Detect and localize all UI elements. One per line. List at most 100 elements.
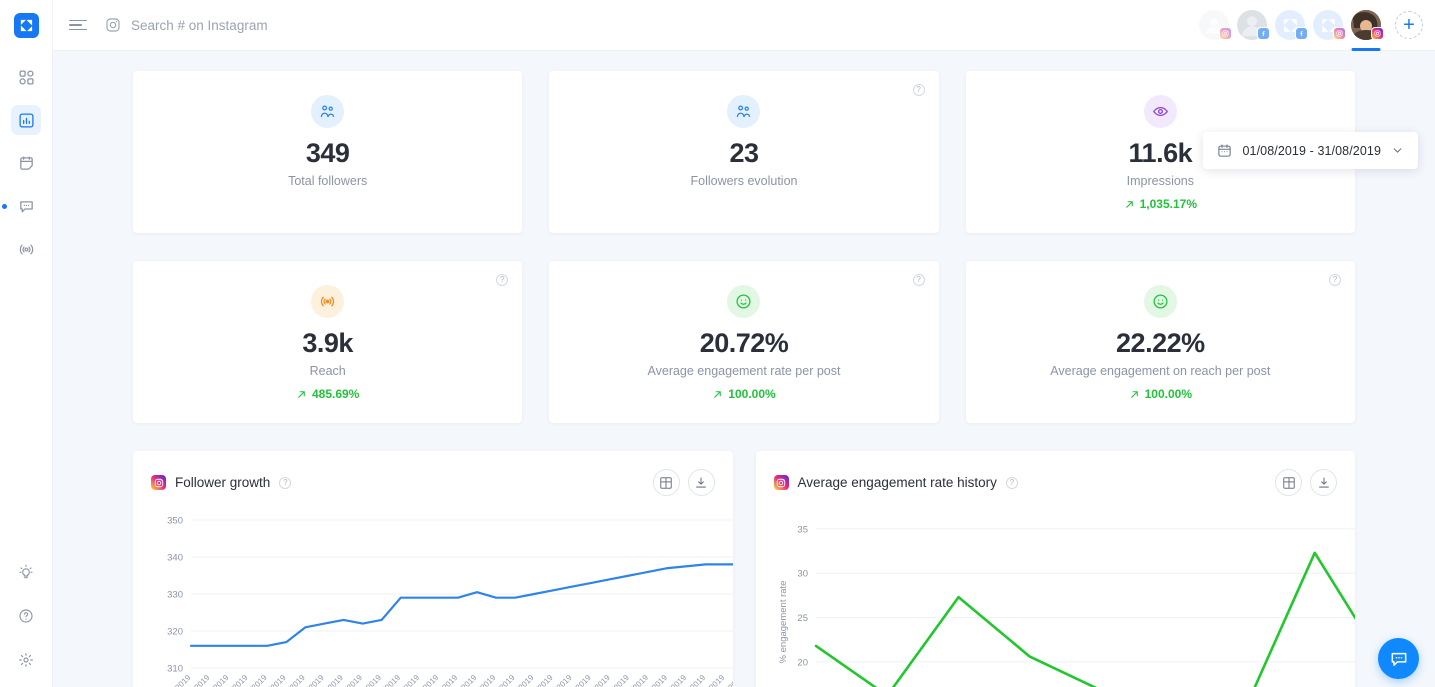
kpi-card-followers-evolution: ? 23 Followers evolution bbox=[549, 71, 939, 234]
sidebar-item-listening[interactable] bbox=[11, 234, 41, 264]
help-icon[interactable]: ? bbox=[496, 274, 509, 287]
trend-up-icon bbox=[298, 390, 305, 398]
broadcast-icon bbox=[311, 285, 345, 319]
chart-card-follower-growth: Follower growth ? 310 320 330 340 350 bbox=[133, 451, 733, 687]
settings-gear-icon bbox=[19, 653, 33, 667]
smiley-icon bbox=[1143, 285, 1177, 319]
help-icon[interactable]: ? bbox=[1005, 476, 1018, 489]
chart-actions bbox=[1275, 469, 1337, 497]
calendar-icon bbox=[1218, 144, 1232, 157]
instagram-icon bbox=[106, 18, 120, 32]
broadcast-icon bbox=[19, 244, 33, 254]
kpi-label: Reach bbox=[309, 364, 346, 379]
account-avatar-1[interactable] bbox=[1197, 8, 1232, 42]
download-button[interactable] bbox=[687, 469, 715, 497]
chart-card-engagement-history: Average engagement rate history ? 20 25 … bbox=[755, 451, 1355, 687]
analytics-content: 01/08/2019 - 31/08/2019 349 Total follow… bbox=[53, 51, 1435, 687]
account-avatar-3[interactable] bbox=[1273, 8, 1308, 42]
download-icon bbox=[1318, 477, 1329, 488]
svg-text:20: 20 bbox=[797, 658, 808, 669]
chevron-down-icon[interactable] bbox=[1391, 144, 1404, 157]
kpi-delta-value: 100.00% bbox=[728, 387, 776, 402]
kpi-value: 11.6k bbox=[1128, 138, 1193, 168]
kpi-value: 22.22% bbox=[1116, 328, 1205, 359]
instagram-badge-icon bbox=[1333, 27, 1346, 40]
lightbulb-icon bbox=[19, 564, 33, 579]
engagement-history-plot: 1520253035% engagement rate bbox=[774, 510, 1355, 687]
chart-header: Average engagement rate history ? bbox=[773, 469, 1337, 497]
account-switcher: + bbox=[1197, 8, 1423, 51]
calendar-icon bbox=[19, 155, 33, 170]
sidebar-bottom-nav bbox=[11, 557, 41, 675]
kpi-delta: 100.00% bbox=[1129, 387, 1192, 401]
kpi-label: Average engagement rate per post bbox=[647, 364, 841, 379]
chat-bubble-icon bbox=[19, 200, 33, 212]
table-view-icon bbox=[660, 476, 672, 489]
main-area: + 01/08/2019 - 31/08/2019 bbox=[53, 0, 1435, 687]
kpi-card-avg-engagement-reach: ? 22.22% Average engagement on reach per… bbox=[965, 261, 1355, 424]
kpi-delta: 100.00% bbox=[712, 387, 776, 402]
analytics-bar-icon bbox=[18, 112, 34, 128]
app-logo[interactable] bbox=[13, 13, 39, 38]
eye-icon bbox=[1143, 95, 1177, 128]
kpi-label: Followers evolution bbox=[690, 174, 798, 189]
table-view-button[interactable] bbox=[652, 469, 680, 497]
help-circle-icon bbox=[19, 609, 33, 623]
kpi-delta-value: 485.69% bbox=[311, 387, 360, 402]
kpi-row-1: 349 Total followers ? 23 Followers evolu… bbox=[133, 71, 1355, 234]
account-avatar-5-active[interactable] bbox=[1349, 8, 1384, 51]
instagram-badge-icon bbox=[1371, 27, 1384, 40]
sidebar-item-inbox[interactable] bbox=[2, 191, 41, 221]
kpi-row-2: ? 3.9k Reach 485.69% ? 20.72% Average en… bbox=[133, 261, 1355, 424]
svg-text:310: 310 bbox=[167, 664, 183, 675]
notification-dot bbox=[2, 204, 7, 209]
sidebar-item-dashboard[interactable] bbox=[11, 62, 41, 92]
chat-bubble-icon bbox=[1391, 652, 1406, 666]
add-account-button[interactable]: + bbox=[1395, 11, 1423, 39]
dashboard-grid-icon bbox=[18, 69, 34, 85]
svg-text:330: 330 bbox=[167, 590, 183, 601]
sidebar-item-settings[interactable] bbox=[11, 645, 41, 675]
engagement-history-svg: 1520253035% engagement rate bbox=[778, 524, 1355, 687]
sidebar-item-ideas[interactable] bbox=[11, 557, 41, 587]
table-view-button[interactable] bbox=[1275, 469, 1302, 497]
help-icon[interactable]: ? bbox=[1328, 274, 1341, 287]
instagram-icon bbox=[151, 475, 166, 491]
menu-toggle-icon[interactable] bbox=[69, 19, 87, 31]
svg-text:30: 30 bbox=[797, 569, 808, 580]
sidebar-item-help[interactable] bbox=[11, 601, 41, 631]
active-account-indicator bbox=[1351, 48, 1381, 51]
sidebar-item-analytics[interactable] bbox=[11, 105, 41, 135]
follower-growth-plot: 31032033034035001/08/201902/08/201903/08… bbox=[151, 510, 733, 687]
table-view-icon bbox=[1282, 476, 1295, 489]
kpi-value: 20.72% bbox=[699, 328, 789, 359]
date-range-text: 01/08/2019 - 31/08/2019 bbox=[1242, 143, 1381, 158]
sidebar bbox=[0, 0, 53, 687]
svg-text:01/08/2019: 01/08/2019 bbox=[158, 673, 193, 687]
sidebar-nav bbox=[2, 62, 41, 264]
people-icon bbox=[727, 95, 761, 128]
download-button[interactable] bbox=[1310, 469, 1337, 497]
kpi-label: Impressions bbox=[1126, 174, 1195, 189]
support-chat-button[interactable] bbox=[1378, 638, 1419, 679]
search-input[interactable] bbox=[131, 17, 451, 33]
svg-text:320: 320 bbox=[167, 627, 183, 638]
kpi-label: Total followers bbox=[288, 174, 368, 189]
account-avatar-2[interactable] bbox=[1235, 8, 1270, 42]
download-icon bbox=[696, 477, 706, 488]
kpi-card-reach: ? 3.9k Reach 485.69% bbox=[133, 261, 523, 424]
kpi-delta: 485.69% bbox=[296, 387, 359, 401]
follower-growth-svg: 31032033034035001/08/201902/08/201903/08… bbox=[158, 516, 733, 687]
sidebar-item-publishing[interactable] bbox=[11, 148, 41, 178]
facebook-badge-icon bbox=[1295, 27, 1308, 40]
help-icon[interactable]: ? bbox=[912, 274, 925, 287]
help-icon[interactable]: ? bbox=[279, 476, 292, 489]
help-icon[interactable]: ? bbox=[912, 84, 925, 96]
account-avatar-4[interactable] bbox=[1311, 8, 1346, 42]
date-range-picker[interactable]: 01/08/2019 - 31/08/2019 bbox=[1203, 132, 1418, 169]
people-icon bbox=[311, 95, 345, 128]
kpi-delta-value: 100.00% bbox=[1144, 387, 1192, 402]
svg-text:35: 35 bbox=[797, 524, 808, 535]
charts-row: Follower growth ? 310 320 330 340 350 Av… bbox=[133, 451, 1355, 687]
instagram-icon bbox=[773, 475, 789, 491]
